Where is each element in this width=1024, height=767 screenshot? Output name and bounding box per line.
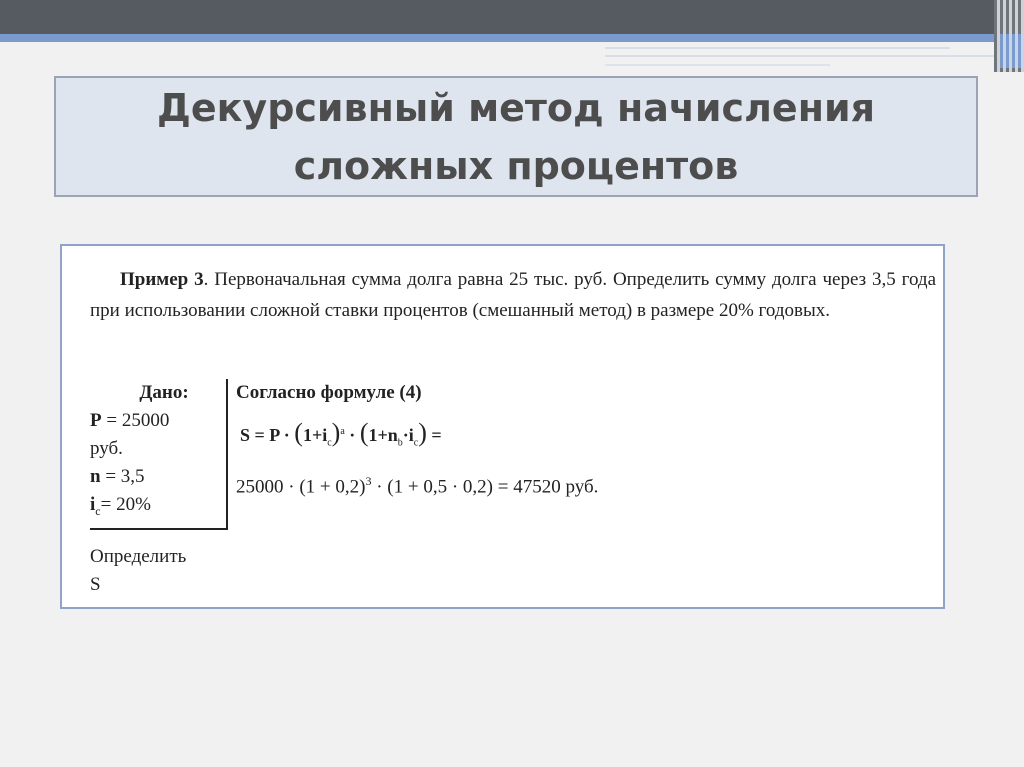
problem-statement: Пример 3. Первоначальная сумма долга рав… — [90, 264, 936, 326]
solution-block: Согласно формуле (4) S = P · (1+ic)a · (… — [236, 379, 916, 501]
given-p-symbol: P — [90, 410, 102, 431]
decor-stripes-blue — [1000, 34, 1024, 68]
given-n-symbol: n — [90, 466, 101, 487]
formula-dot: · — [349, 425, 356, 445]
given-p-unit: руб. — [90, 438, 123, 459]
title-box: Декурсивный метод начисления сложных про… — [54, 76, 978, 197]
formula-term2: 1+n — [368, 425, 398, 445]
given-i: ic= 20% — [90, 491, 226, 525]
example-label: Пример 3 — [120, 269, 204, 290]
formula-left: S = P · — [240, 425, 290, 445]
given-title: Дано: — [139, 382, 189, 403]
given-n-value: = 3,5 — [100, 466, 145, 487]
formula-term1: 1+i — [302, 425, 328, 445]
top-decor-band — [0, 0, 1024, 34]
example-box: Пример 3. Первоначальная сумма долга рав… — [60, 244, 945, 609]
slide-title: Декурсивный метод начисления сложных про… — [157, 79, 875, 195]
decor-line — [605, 47, 950, 49]
find-label: Определить — [90, 546, 187, 567]
example-text: . Первоначальная сумма долга равна 25 ты… — [90, 269, 936, 321]
decor-line — [605, 55, 1000, 57]
calculation: 25000 · (1 + 0,2)3 · (1 + 0,5 · 0,2) = 4… — [236, 467, 916, 501]
formula: S = P · (1+ic)a · (1+nb·ic) = — [240, 415, 916, 461]
formula-equals: = — [431, 425, 442, 445]
title-line-1: Декурсивный метод начисления — [157, 85, 875, 130]
paren: ( — [294, 418, 303, 447]
paren: ) — [418, 418, 427, 447]
find-block: Определить S — [90, 543, 186, 599]
find-variable: S — [90, 574, 101, 595]
given-p-value: = 25000 — [101, 410, 170, 431]
title-line-2: сложных процентов — [293, 143, 739, 188]
solution-title: Согласно формуле (4) — [236, 382, 422, 403]
given-block: Дано: P = 25000 руб. n = 3,5 ic= 20% — [90, 379, 228, 530]
given-i-value: = 20% — [100, 494, 151, 515]
given-n: n = 3,5 — [90, 463, 226, 491]
given-p: P = 25000 — [90, 407, 226, 435]
formula-term3: ·i — [402, 425, 414, 445]
blue-decor-band — [0, 34, 1000, 42]
calc-part1: 25000 · (1 + 0,2) — [236, 475, 366, 497]
formula-sup: a — [340, 426, 345, 437]
calc-part2: · (1 + 0,5 · 0,2) = 47520 руб. — [371, 475, 599, 497]
decor-line — [605, 64, 830, 66]
